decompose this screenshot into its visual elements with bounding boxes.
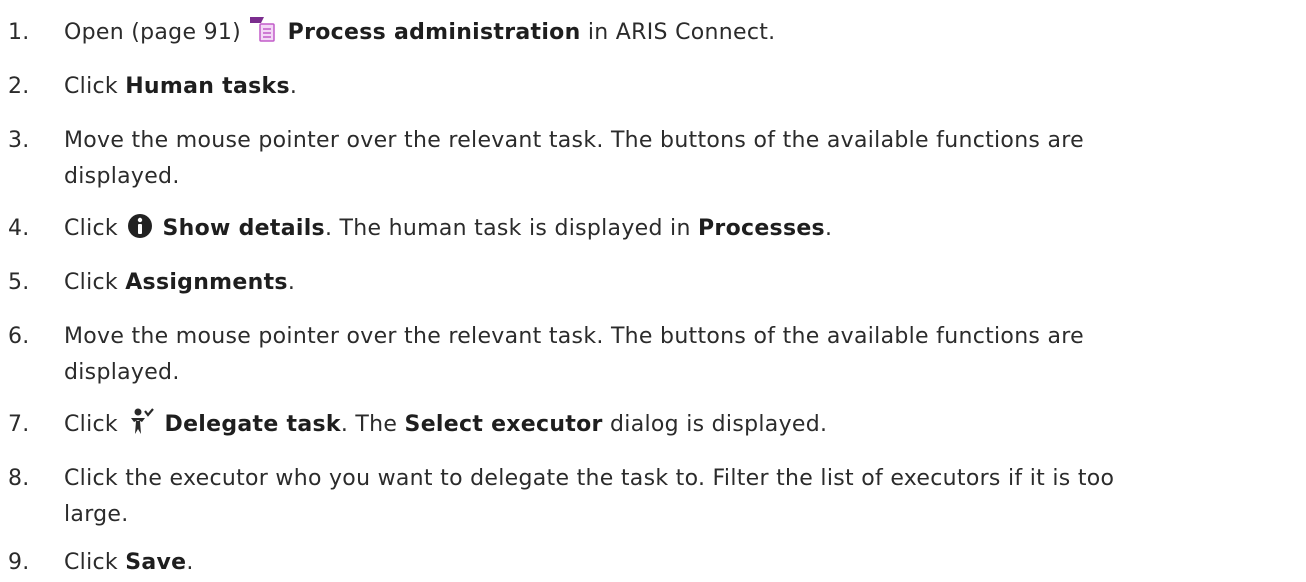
step-text-part: . <box>824 216 833 241</box>
step-number: 7. <box>8 412 30 437</box>
step-text: Click Assignments. <box>64 265 1302 301</box>
step-text-part: . <box>287 270 296 295</box>
step-text-part: dialog is displayed. <box>602 412 828 437</box>
step-strong-text: Assignments <box>125 270 288 295</box>
step-text: Click Show details. The human task is di… <box>64 211 1302 251</box>
step-number: 3. <box>8 128 30 153</box>
step-text-part: . The human task is displayed in <box>324 216 698 241</box>
step-text: Open (page 91) Process administration in… <box>64 15 1302 55</box>
step-text-part: in ARIS Connect. <box>580 20 776 45</box>
step-text: Click Delegate task. The Select executor… <box>64 407 1302 447</box>
step-text-part: . <box>289 74 298 99</box>
info-icon <box>127 213 153 251</box>
step-text-line: Move the mouse pointer over the relevant… <box>64 324 1084 349</box>
step-text: Click Save. <box>64 545 1302 581</box>
step-text-part: Open (page 91) <box>64 20 249 45</box>
delegate-task-icon <box>127 407 155 447</box>
step-text-line: large. <box>64 502 129 527</box>
step-text: Click the executor who you want to deleg… <box>64 461 1302 533</box>
step-text-part: Click <box>64 270 126 295</box>
step-text: Click Human tasks. <box>64 69 1302 105</box>
step-number: 5. <box>8 270 30 295</box>
step-text-part: . The <box>340 412 405 437</box>
step-strong-text: Human tasks <box>125 74 290 99</box>
step-number: 1. <box>8 20 30 45</box>
step-number: 6. <box>8 324 30 349</box>
step-number: 2. <box>8 74 30 99</box>
step-text: Move the mouse pointer over the relevant… <box>64 123 1302 195</box>
step-strong-text: Processes <box>698 216 825 241</box>
step-strong-text: Delegate task <box>164 412 341 437</box>
step-text-part: Click <box>64 74 126 99</box>
step-strong-text: Show details <box>162 216 325 241</box>
step-text-line: displayed. <box>64 164 180 189</box>
step-number: 8. <box>8 466 30 491</box>
step-text-line: Click the executor who you want to deleg… <box>64 466 1115 491</box>
step-text: Move the mouse pointer over the relevant… <box>64 319 1302 391</box>
step-text-line: Move the mouse pointer over the relevant… <box>64 128 1084 153</box>
process-administration-icon <box>250 15 278 55</box>
step-text-line: displayed. <box>64 360 180 385</box>
step-strong-text: Save <box>125 550 187 575</box>
step-text-part: Click <box>64 550 126 575</box>
step-text-part: Click <box>64 216 126 241</box>
step-strong-text: Process administration <box>287 20 581 45</box>
step-number: 4. <box>8 216 30 241</box>
step-number: 9. <box>8 550 30 575</box>
step-text-part: Click <box>64 412 126 437</box>
step-text-part: . <box>186 550 194 575</box>
step-strong-text: Select executor <box>404 412 603 437</box>
